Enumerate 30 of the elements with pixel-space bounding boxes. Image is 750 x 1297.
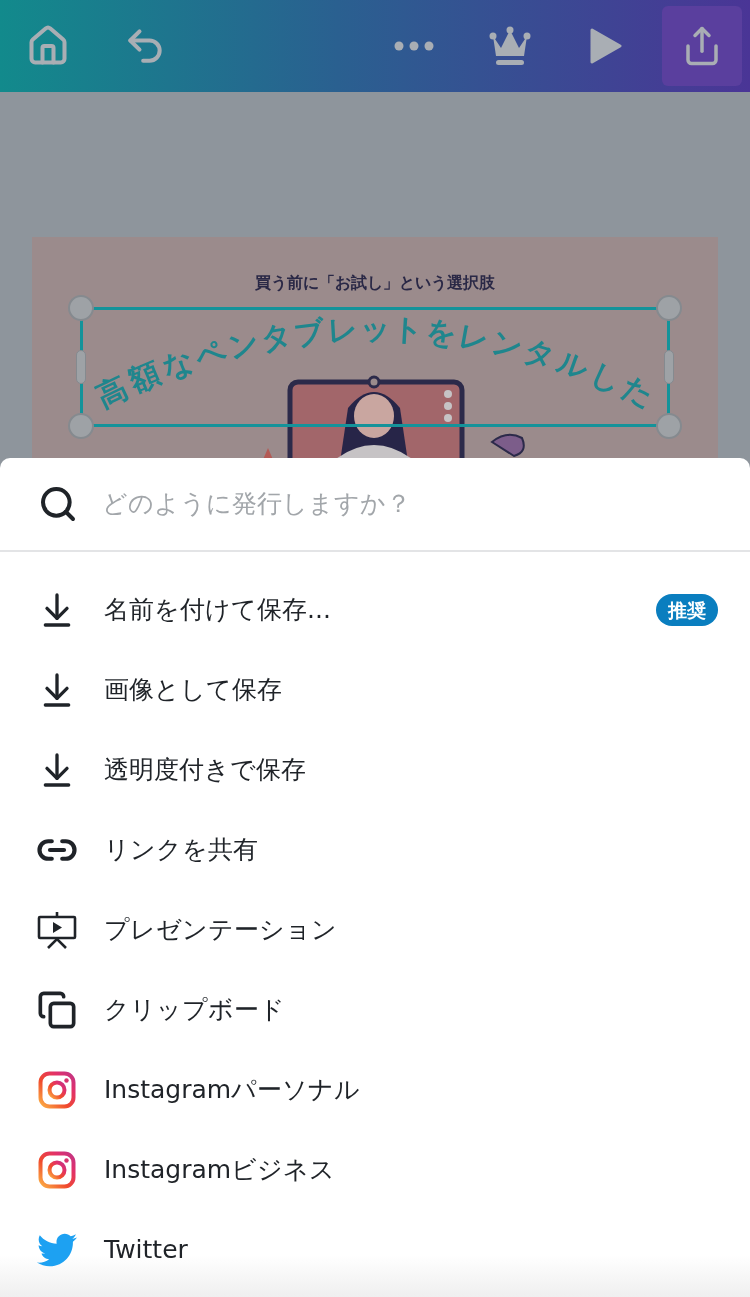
- share-option[interactable]: プレゼンテーション: [0, 890, 750, 970]
- play-icon: [590, 28, 622, 64]
- instagram-icon: [38, 1151, 76, 1189]
- share-option[interactable]: 透明度付きで保存: [0, 730, 750, 810]
- share-option[interactable]: クリップボード: [0, 970, 750, 1050]
- resize-handle[interactable]: [68, 295, 94, 321]
- more-icon: [394, 41, 434, 51]
- design-page[interactable]: 買う前に「お試し」という選択肢 高額なペンタブレットをレンタルした: [32, 237, 718, 458]
- search-icon: [38, 484, 78, 524]
- curved-title: 高額なペンタブレットをレンタルした: [90, 311, 661, 415]
- resize-handle[interactable]: [68, 413, 94, 439]
- share-option[interactable]: 名前を付けて保存... 推奨: [0, 570, 750, 650]
- share-option[interactable]: 画像として保存: [0, 650, 750, 730]
- side-handle[interactable]: [664, 350, 674, 384]
- crown-icon: [489, 26, 531, 66]
- resize-handle[interactable]: [656, 413, 682, 439]
- share-option[interactable]: Twitter: [0, 1210, 750, 1290]
- search-field[interactable]: どのように発行しますか？: [102, 485, 712, 523]
- resize-handle[interactable]: [656, 295, 682, 321]
- toolbar-button[interactable]: [662, 6, 742, 86]
- home-icon: [26, 24, 70, 68]
- side-handle[interactable]: [76, 350, 86, 384]
- recommended-badge: 推奨: [656, 593, 718, 627]
- design-subtitle: 買う前に「お試し」という選択肢: [255, 272, 495, 294]
- copy-icon: [37, 990, 77, 1030]
- instagram-icon: [38, 1071, 76, 1109]
- presentation-icon: [37, 910, 77, 950]
- share-option[interactable]: Instagramビジネス: [0, 1130, 750, 1210]
- share-option[interactable]: Instagramパーソナル: [0, 1050, 750, 1130]
- share-option[interactable]: リンクを共有: [0, 810, 750, 890]
